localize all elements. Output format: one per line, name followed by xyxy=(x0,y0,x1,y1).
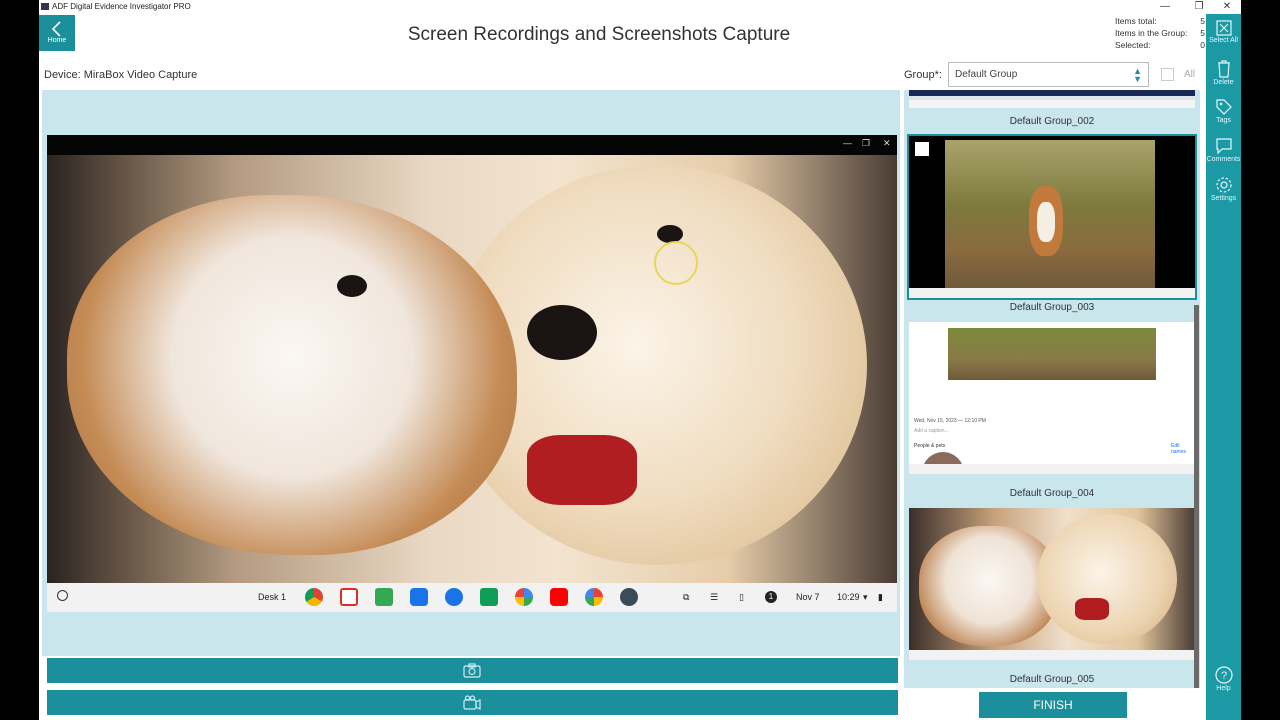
play-store-icon xyxy=(515,588,533,606)
count-row-group: Items in the Group: 5 xyxy=(1115,28,1205,38)
launcher-icon xyxy=(57,590,68,601)
group-label: Group*: xyxy=(904,69,942,81)
thumbnail-image xyxy=(909,508,1195,660)
video-close-icon: ✕ xyxy=(883,138,891,148)
thumbnail-image: Wed, Nov 15, 2023 — 12:10 PM Add a capti… xyxy=(909,322,1195,474)
count-row-total: Items total: 5 xyxy=(1115,16,1205,26)
finish-button[interactable]: FINISH xyxy=(979,692,1127,718)
help-button[interactable]: ? Help xyxy=(1206,666,1241,692)
app-window: ADF Digital Evidence Investigator PRO — … xyxy=(39,0,1241,720)
right-action-rail: Select All Delete Tags Comments Settings… xyxy=(1206,14,1241,720)
dog-collar xyxy=(527,435,637,505)
title-bar: ADF Digital Evidence Investigator PRO — … xyxy=(39,0,1241,14)
wifi-icon: ▾ xyxy=(863,592,868,602)
thumbnail-image xyxy=(909,90,1195,108)
meet-icon xyxy=(480,588,498,606)
chrome-icon xyxy=(305,588,323,606)
delete-button[interactable]: Delete xyxy=(1206,60,1241,86)
comment-icon xyxy=(1215,138,1232,155)
window-title: ADF Digital Evidence Investigator PRO xyxy=(52,2,191,11)
cursor-highlight xyxy=(654,241,698,285)
video-frame xyxy=(47,155,897,583)
app-icon xyxy=(41,3,49,10)
messages-icon xyxy=(445,588,463,606)
time-label: 10:29 xyxy=(837,592,860,602)
camera-icon xyxy=(463,663,481,678)
youtube-icon xyxy=(550,588,568,606)
screen-capture-icon: ⧉ xyxy=(683,592,690,602)
video-camera-icon xyxy=(463,695,481,710)
group-select[interactable]: Default Group ▲ ▼ xyxy=(948,62,1149,87)
gear-icon xyxy=(1215,177,1232,193)
dog-nose xyxy=(527,305,597,360)
help-icon: ? xyxy=(1214,666,1233,684)
desk-label: Desk 1 xyxy=(258,592,287,602)
thumb-edit-names: Edit names xyxy=(1171,443,1187,455)
select-all-button[interactable]: Select All xyxy=(1206,20,1241,44)
thumbnail-caption: Default Group_005 xyxy=(1009,674,1095,685)
device-label: Device: MiraBox Video Capture xyxy=(44,69,198,81)
dog-shape xyxy=(67,195,517,555)
record-video-button[interactable] xyxy=(47,690,898,715)
thumb-people-label: People & pets xyxy=(914,443,946,449)
minimize-button[interactable]: — xyxy=(1151,0,1179,14)
thumbnail-caption: Default Group_004 xyxy=(1009,488,1095,499)
video-window-bar: — ❐ ✕ xyxy=(47,135,897,155)
date-label: Nov 7 xyxy=(796,592,820,602)
capture-preview-area: — ❐ ✕ Desk 1 ⧉ ☰ ▯ 1 Nov 7 10:29 ▾ ▮ xyxy=(42,90,900,656)
tags-button[interactable]: Tags xyxy=(1206,98,1241,124)
all-label: All xyxy=(1184,69,1196,80)
thumbnail-caption: Default Group_002 xyxy=(1009,116,1095,127)
select-all-icon xyxy=(1215,20,1232,36)
video-preview: — ❐ ✕ Desk 1 ⧉ ☰ ▯ 1 Nov 7 10:29 ▾ ▮ xyxy=(47,135,897,612)
thumbnail-checkbox[interactable] xyxy=(915,142,929,156)
dog-eye xyxy=(337,275,367,297)
count-row-selected: Selected: 0 xyxy=(1115,40,1205,50)
thumbnail-scrollbar[interactable] xyxy=(1194,305,1199,688)
trash-icon xyxy=(1217,60,1230,78)
video-minimize-icon: — xyxy=(843,138,852,148)
screenshot-button[interactable] xyxy=(47,658,898,683)
updown-arrows-icon: ▲ ▼ xyxy=(1133,66,1142,84)
thumbnail-caption: Default Group_003 xyxy=(1009,302,1095,313)
phone-icon: ▯ xyxy=(739,592,744,602)
video-restore-icon: ❐ xyxy=(862,138,871,148)
close-window-button[interactable]: ✕ xyxy=(1213,0,1241,14)
chromeos-shelf: Desk 1 ⧉ ☰ ▯ 1 Nov 7 10:29 ▾ ▮ xyxy=(47,583,897,612)
sheets-icon xyxy=(375,588,393,606)
thumb-date-text: Wed, Nov 15, 2023 — 12:10 PM xyxy=(914,418,986,424)
settings-app-icon xyxy=(620,588,638,606)
thumb-caption-hint: Add a caption... xyxy=(914,428,949,434)
gmail-icon xyxy=(340,588,358,606)
settings-button[interactable]: Settings xyxy=(1206,176,1241,202)
tag-icon xyxy=(1215,99,1232,115)
thumbnail-image xyxy=(907,134,1197,300)
page-title: Screen Recordings and Screenshots Captur… xyxy=(407,24,791,45)
comments-button[interactable]: Comments xyxy=(1206,137,1241,163)
item-counts: Items total: 5 Items in the Group: 5 Selec… xyxy=(1115,15,1205,51)
notification-icon: 1 xyxy=(765,591,777,603)
clipboard-icon: ☰ xyxy=(710,592,719,602)
files-icon xyxy=(410,588,428,606)
maximize-button[interactable]: ❐ xyxy=(1185,0,1213,14)
battery-icon: ▮ xyxy=(878,592,883,602)
thumbnail-list[interactable]: Default Group_002 Default Group_003 Wed,… xyxy=(904,90,1200,688)
all-checkbox[interactable] xyxy=(1161,68,1174,81)
group-select-value: Default Group xyxy=(955,69,1018,80)
svg-text:?: ? xyxy=(1220,670,1226,682)
photos-icon xyxy=(585,588,603,606)
